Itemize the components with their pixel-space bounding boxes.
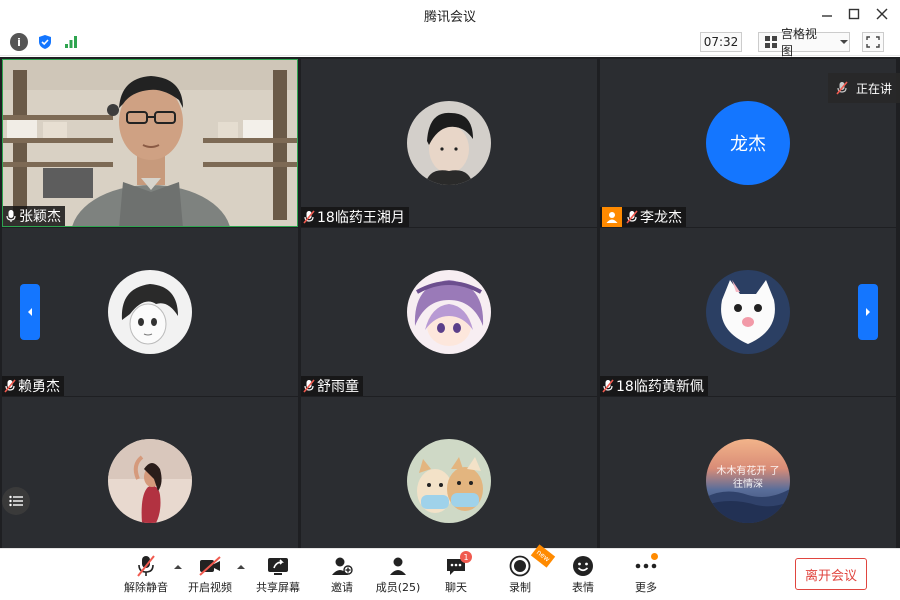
meeting-timer: 07:32 [700,32,742,52]
avatar-art-text: 木木有花开 了往情深 [716,466,780,490]
participant-name: 18临药王湘月 [317,210,405,226]
unmute-label: 解除静音 [124,581,168,594]
speaking-label: 正在讲 [856,81,893,96]
host-icon [602,207,622,227]
invite-label: 邀请 [331,581,353,594]
more-icon [632,553,660,577]
mic-muted-icon [303,210,315,224]
notification-dot [651,553,658,560]
title-bar: 腾讯会议 [0,0,900,28]
share-screen-button[interactable]: 共享屏幕 [248,555,308,599]
close-button[interactable] [870,4,894,24]
chevron-up-icon[interactable] [236,563,246,573]
participant-tile[interactable]: 赖勇杰 [2,228,298,396]
record-label: 录制 [509,581,531,594]
minimize-icon [822,15,832,17]
more-button[interactable]: 更多 [616,553,676,599]
participant-name: 李龙杰 [640,210,682,226]
members-label: 成员(25) [375,581,421,594]
mic-icon [6,210,16,222]
video-off-icon [196,555,224,577]
participant-name-tag: 18临药黄新佩 [600,376,708,396]
mic-muted-icon [303,379,315,393]
chat-label: 聊天 [445,581,467,594]
participant-tile[interactable] [301,397,597,548]
add-user-icon [328,555,356,577]
avatar [108,439,192,523]
list-icon [9,495,23,507]
meeting-toolbar: i 07:32 宫格视图 [0,27,900,58]
participant-name-tag: 张颖杰 [3,206,65,226]
avatar: 龙杰 [706,101,790,185]
grid-icon [765,36,777,48]
participant-name-tag: 李龙杰 [600,207,686,227]
chevron-right-icon [866,308,870,316]
maximize-button[interactable] [842,4,866,24]
chat-button[interactable]: 1 聊天 [426,551,486,599]
window-title: 腾讯会议 [423,10,476,25]
members-icon [384,555,412,577]
chat-icon: 1 [442,551,472,577]
participant-tile-video[interactable]: 张颖杰 [2,59,298,227]
participant-name-tag: 赖勇杰 [2,376,64,396]
leave-meeting-button[interactable]: 离开会议 [795,558,867,590]
fullscreen-icon [866,36,880,48]
mic-muted-icon [132,555,160,577]
mic-muted-icon [626,210,638,224]
fullscreen-button[interactable] [862,32,884,52]
view-mode-dropdown[interactable]: 宫格视图 [758,27,850,58]
share-screen-label: 共享屏幕 [256,581,300,594]
participant-tile[interactable]: 18临药黄新佩 [600,228,896,396]
participant-video [3,60,297,226]
more-label: 更多 [635,581,657,594]
emoji-icon [569,555,597,577]
invite-button[interactable]: 邀请 [312,555,372,599]
maximize-icon [848,8,860,20]
avatar [108,270,192,354]
unmute-button[interactable]: 解除静音 [116,555,176,599]
bottom-toolbar: 解除静音 开启视频 共享屏幕 邀请 成员(25) 1 聊天 录制 new 表情 … [0,544,900,600]
members-button[interactable]: 成员(25) [368,555,428,599]
chevron-down-icon [840,40,849,44]
next-page-button[interactable] [858,284,878,340]
participant-name: 舒雨童 [317,379,359,395]
meeting-window: 腾讯会议 i 07:32 宫格视图 张颖杰 18临药王湘月 龙杰 李龙杰 赖勇杰… [0,0,900,600]
info-icon[interactable]: i [10,33,28,51]
reactions-label: 表情 [572,581,594,594]
chat-badge: 1 [460,551,472,563]
chevron-left-icon [28,308,32,316]
mic-muted-icon [602,379,614,393]
participant-name: 赖勇杰 [18,379,60,395]
participant-name-tag: 18临药王湘月 [301,207,409,227]
participant-tile[interactable]: 18临药王湘月 [301,59,597,227]
previous-page-button[interactable] [20,284,40,340]
mic-muted-icon [4,379,16,393]
avatar: 木木有花开 了往情深 [706,439,790,523]
close-icon [876,8,888,20]
avatar [407,439,491,523]
list-view-button[interactable] [2,487,30,515]
mic-muted-icon [836,81,848,95]
start-video-button[interactable]: 开启视频 [180,555,240,599]
participant-tile[interactable] [2,397,298,548]
view-mode-label: 宫格视图 [781,27,818,58]
participant-tile[interactable]: 木木有花开 了往情深 [600,397,896,548]
start-video-label: 开启视频 [188,581,232,594]
shield-icon[interactable] [36,33,54,51]
speaking-indicator: 正在讲 [828,73,900,103]
avatar [407,101,491,185]
participant-tile[interactable]: 舒雨童 [301,228,597,396]
avatar [407,270,491,354]
participant-name: 张颖杰 [19,209,61,225]
minimize-button[interactable] [815,4,839,24]
record-icon [506,555,534,577]
participant-grid: 张颖杰 18临药王湘月 龙杰 李龙杰 赖勇杰 舒雨童 18临药黄新佩 木木有花开… [0,57,900,548]
share-screen-icon [264,555,292,577]
signal-icon[interactable] [62,33,80,51]
participant-name-tag: 舒雨童 [301,376,363,396]
reactions-button[interactable]: 表情 [553,555,613,599]
avatar [706,270,790,354]
participant-name: 18临药黄新佩 [616,379,704,395]
